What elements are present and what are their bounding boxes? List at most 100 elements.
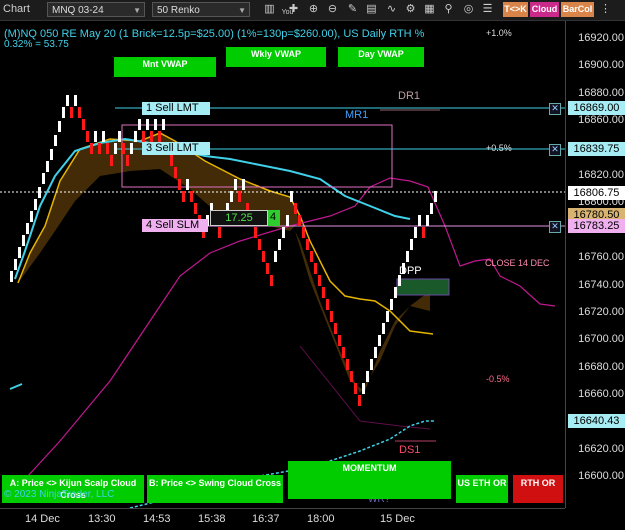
sell-stop-order-4[interactable]: 4 Sell SLM — [142, 219, 208, 232]
time-tick-label: 13:30 — [88, 513, 116, 525]
price-tick-label: 16740.00 — [578, 278, 624, 291]
renko-brick — [254, 227, 257, 238]
renko-brick — [342, 347, 345, 358]
renko-brick — [350, 371, 353, 382]
renko-bricks — [10, 95, 437, 406]
sell-lmt-order-1[interactable]: 1 Sell LMT — [142, 102, 210, 115]
renko-brick — [290, 191, 293, 202]
time-tick-label: 15 Dec — [380, 513, 415, 525]
renko-brick — [262, 251, 265, 262]
daily-vwap-button[interactable]: Day VWAP — [338, 47, 424, 67]
time-tick-label: 14:53 — [143, 513, 171, 525]
renko-brick — [186, 179, 189, 190]
renko-brick — [170, 155, 173, 166]
weekly-vwap-button[interactable]: Wkly VWAP — [226, 47, 326, 67]
pct-plus-05: +0.5% — [486, 143, 512, 153]
renko-brick — [330, 311, 333, 322]
renko-brick — [434, 191, 437, 202]
cursor-icon[interactable]: ✚ — [286, 2, 301, 17]
price-tick-label: 16700.00 — [578, 333, 624, 346]
renko-brick — [118, 131, 121, 142]
renko-brick — [374, 347, 377, 358]
renko-brick — [234, 179, 237, 190]
renko-brick — [326, 299, 329, 310]
instrument-selector[interactable]: MNQ 03-24 ▼ — [47, 2, 145, 17]
swing-cross-button[interactable]: B: Price <> Swing Cloud Cross — [147, 475, 283, 503]
renko-brick — [282, 227, 285, 238]
renko-brick — [146, 119, 149, 130]
sell-lmt-order-3[interactable]: 3 Sell LMT — [142, 142, 210, 155]
chart-trader-icon[interactable]: ☰ — [480, 2, 495, 17]
price-axis[interactable]: 16920.0016900.0016880.0016860.0016840.00… — [565, 21, 625, 508]
bar-chart-icon[interactable]: ▥ — [262, 2, 277, 17]
data-box-icon[interactable]: ▦ — [422, 2, 437, 17]
more-icon[interactable]: ⋮ — [598, 2, 613, 17]
renko-brick — [386, 311, 389, 322]
renko-brick — [362, 383, 365, 394]
chart-plot-area[interactable]: (M)NQ 050 RE May 20 (1 Brick=12.5p=$25.0… — [0, 21, 565, 508]
renko-brick — [86, 131, 89, 142]
zoom-in-icon[interactable]: ⊕ — [306, 2, 321, 17]
renko-brick — [338, 335, 341, 346]
renko-brick — [22, 235, 25, 246]
pct-minus-05: -0.5% — [486, 374, 510, 384]
renko-brick — [138, 119, 141, 130]
barcol-button[interactable]: BarCol — [561, 2, 594, 17]
renko-brick — [38, 187, 41, 198]
screenshot-icon[interactable]: ◎ — [461, 2, 476, 17]
renko-brick — [422, 227, 425, 238]
renko-brick — [110, 155, 113, 166]
monthly-vwap-button[interactable]: Mnt VWAP — [114, 57, 216, 77]
price-tick-label: 16820.00 — [578, 169, 624, 181]
strategies-icon[interactable]: ⚙ — [403, 2, 418, 17]
renko-brick — [274, 251, 277, 262]
renko-brick — [30, 211, 33, 222]
chevron-down-icon: ▼ — [238, 6, 246, 15]
price-tick-label: 16760.00 — [578, 251, 624, 264]
renko-brick — [230, 191, 233, 202]
price-tick-label: 16900.00 — [578, 59, 624, 72]
properties-icon[interactable]: ▤ — [364, 2, 379, 17]
renko-brick — [182, 191, 185, 202]
indicators-icon[interactable]: ∿ — [384, 2, 399, 17]
period-selector[interactable]: 50 Renko ▼ — [152, 2, 250, 17]
renko-brick — [78, 107, 81, 118]
price-tick-label: 16620.00 — [578, 443, 624, 455]
dr1-label: DR1 — [398, 90, 421, 102]
renko-brick — [14, 259, 17, 270]
kijun-cloud-lower — [295, 231, 430, 393]
renko-brick — [134, 131, 137, 142]
renko-brick — [98, 143, 101, 154]
zoom-out-icon[interactable]: ⊖ — [325, 2, 340, 17]
us-eth-or-button[interactable]: US ETH OR — [456, 475, 508, 503]
renko-brick — [418, 215, 421, 226]
momentum-button[interactable]: MOMENTUM — [288, 461, 451, 499]
tick-counter-button[interactable]: T<>K — [503, 2, 528, 17]
time-axis[interactable]: 14 Dec 13:30 14:53 15:38 16:37 18:00 15 Dec — [0, 508, 565, 530]
position-pnl[interactable]: 17.25 — [210, 210, 268, 226]
rth-or-button[interactable]: RTH OR — [513, 475, 563, 503]
renko-brick — [298, 215, 301, 226]
close-icon[interactable]: ✕ — [549, 103, 561, 115]
copyright: © 2023 NinjaTrader, LLC — [4, 489, 115, 500]
close-icon[interactable]: ✕ — [549, 221, 561, 233]
attach-icon[interactable]: ⚲ — [441, 2, 456, 17]
change-info: 0.32% = 53.75 — [4, 39, 69, 50]
renko-brick — [426, 215, 429, 226]
time-tick-label: 15:38 — [198, 513, 226, 525]
renko-brick — [358, 395, 361, 406]
price-tick-label: 16860.00 — [578, 114, 624, 127]
time-tick-label: 18:00 — [307, 513, 335, 525]
position-qty[interactable]: 4 — [268, 210, 280, 226]
close-icon[interactable]: ✕ — [549, 144, 561, 156]
renko-brick — [130, 143, 133, 154]
cloud-button[interactable]: Cloud — [530, 2, 559, 17]
renko-brick — [286, 215, 289, 226]
price-box-sell4: 16783.25 — [568, 219, 625, 233]
pencil-icon[interactable]: ✎ — [345, 2, 360, 17]
renko-brick — [102, 131, 105, 142]
price-tick-label: 16920.00 — [578, 32, 624, 44]
price-tick-label: 16720.00 — [578, 306, 624, 318]
period-selector-label: 50 Renko — [157, 5, 200, 16]
renko-brick — [90, 143, 93, 154]
